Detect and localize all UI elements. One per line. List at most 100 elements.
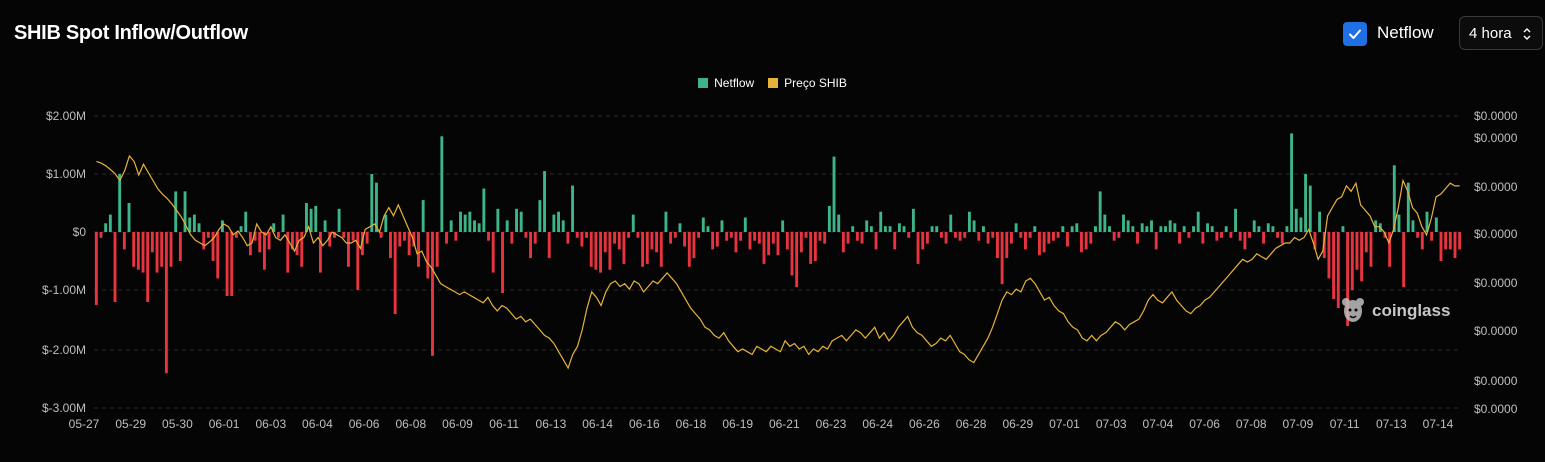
netflow-bar [482,188,486,232]
netflow-bar [1019,232,1023,238]
netflow-bar [524,232,528,238]
netflow-bar [977,232,981,241]
netflow-bar [1047,232,1051,244]
netflow-bar [958,232,962,241]
netflow-bar [925,232,929,244]
netflow-bar [1028,232,1032,238]
netflow-bar [239,226,243,232]
x-tick-label: 06-08 [395,417,426,431]
netflow-bar [888,226,892,232]
netflow-bar [1154,232,1158,250]
netflow-bar [893,232,897,250]
netflow-bar [1434,217,1438,232]
netflow-bar [1308,185,1312,232]
netflow-bar [1000,232,1004,285]
netflow-bar [515,208,518,232]
netflow-bar [706,226,710,232]
x-tick-label: 06-23 [816,417,847,431]
netflow-bar [813,232,817,261]
netflow-bar [781,220,785,232]
netflow-bar [1294,208,1298,232]
netflow-bar [1187,232,1191,238]
netflow-bar [403,232,406,241]
x-tick-label: 06-24 [862,417,893,431]
y-left-tick-label: $2.00M [46,109,86,123]
netflow-bar [426,232,430,279]
netflow-bar [519,211,523,232]
netflow-bar [1117,232,1121,238]
y-right-tick-label: $0.0000 [1474,402,1518,416]
netflow-bar [473,220,476,232]
netflow-bar [477,223,481,232]
netflow-bar [136,232,140,270]
netflow-bar [1042,232,1046,253]
netflow-bar [300,232,304,267]
netflow-bar [146,232,150,302]
netflow-bar [487,232,490,241]
netflow-bar [1397,214,1401,232]
netflow-bar [1126,220,1130,232]
netflow-bar [869,226,873,232]
netflow-bar [178,232,182,261]
x-tick-label: 06-13 [536,417,567,431]
netflow-bar [785,232,789,250]
netflow-bar [1257,226,1261,232]
netflow-bar [309,208,313,232]
netflow-bar [164,232,168,374]
netflow-bar [417,232,420,267]
netflow-bar [1280,232,1284,244]
netflow-bar [552,214,556,232]
netflow-bar [225,232,229,296]
netflow-bar [505,220,509,232]
netflow-bar [1430,232,1434,241]
netflow-bar [496,208,500,232]
x-tick-label: 06-01 [209,417,240,431]
netflow-bar [921,232,925,250]
netflow-bar [197,223,201,232]
netflow-bar [160,232,164,267]
netflow-bar [1024,232,1027,250]
netflow-bar [1178,232,1181,244]
x-tick-label: 07-09 [1283,417,1314,431]
x-tick-label: 06-16 [629,417,660,431]
netflow-chart: $2.00M $1.00M $0 $-1.00M $-2.00M $-3.00M $0.00… [42,109,1518,431]
netflow-bar [1369,232,1373,267]
x-tick-label: 06-26 [909,417,940,431]
netflow-bar [608,232,612,270]
netflow-bar [202,232,206,250]
netflow-bar [192,214,196,232]
netflow-bar [776,232,780,256]
coinglass-logo-icon [1342,298,1364,322]
netflow-bar [655,232,659,253]
netflow-bar [1318,211,1322,232]
netflow-bar [1052,232,1055,241]
netflow-bar [351,232,355,241]
netflow-bar [935,226,939,232]
netflow-bar [720,220,724,232]
x-tick-label: 06-18 [676,417,707,431]
netflow-bar [1271,226,1275,232]
netflow-bar [1364,232,1368,253]
netflow-bar [1327,232,1331,279]
netflow-bar [1168,220,1172,232]
netflow-bar [454,232,458,241]
netflow-bar [697,232,701,238]
netflow-bar [393,232,397,314]
netflow-bar [645,232,649,264]
netflow-bar [571,185,575,232]
netflow-bar [837,214,841,232]
netflow-bar [1150,220,1153,232]
netflow-bar [757,232,761,244]
netflow-bar [669,232,673,244]
y-right-tick-label: $0.0000 [1474,374,1518,388]
netflow-bar [463,214,467,232]
netflow-bar [799,232,803,253]
x-tick-label: 06-09 [442,417,473,431]
x-tick-label: 07-06 [1189,417,1220,431]
netflow-bar [445,232,448,244]
netflow-bar [169,232,173,267]
netflow-bar [1290,133,1294,232]
netflow-bar [1224,226,1228,232]
netflow-bar [1411,220,1415,232]
netflow-bar [818,232,822,241]
